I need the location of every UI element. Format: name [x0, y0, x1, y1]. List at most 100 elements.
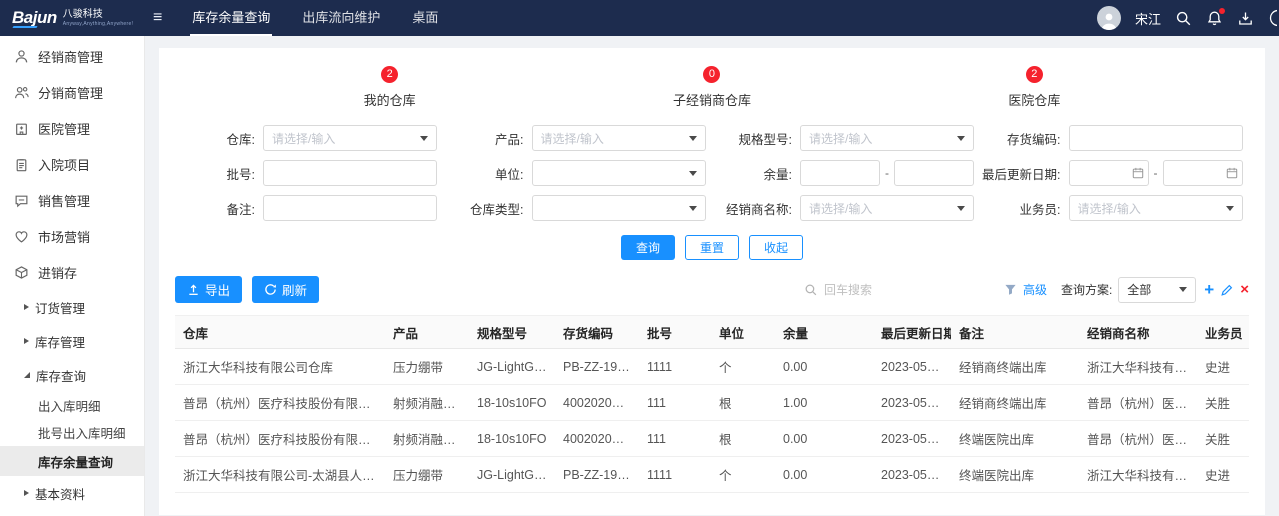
table-row[interactable]: 浙江大华科技有限公司仓库 压力绷带 JG-LightGrey... PB-ZZ-…: [175, 349, 1249, 385]
chevron-expanded-icon: [24, 372, 30, 378]
table-row[interactable]: 浙江大华科技有限公司-太湖县人民医院... 压力绷带 JG-LightGrey.…: [175, 457, 1249, 493]
delete-scheme-icon[interactable]: ×: [1240, 282, 1249, 297]
help-icon[interactable]: [1268, 8, 1277, 28]
field-salesman: 业务员: 请选择/输入: [981, 195, 1250, 221]
calendar-icon[interactable]: [1226, 167, 1238, 179]
refresh-button[interactable]: 刷新: [252, 276, 319, 303]
brand-block: 八骏科技 Anyway,Anything,Anywhere!: [63, 9, 134, 27]
stock-code-input[interactable]: [1069, 125, 1243, 151]
chevron-down-icon: [689, 206, 697, 211]
field-dealer-name: 经销商名称: 请选择/输入: [712, 195, 981, 221]
bell-icon[interactable]: [1206, 10, 1223, 27]
tab-desktop[interactable]: 桌面: [396, 0, 454, 36]
tab-outbound-flow[interactable]: 出库流向维护: [286, 0, 396, 36]
sidebar-item-stock-query[interactable]: 库存查询: [0, 358, 144, 392]
salesman-select[interactable]: 请选择/输入: [1069, 195, 1243, 221]
field-warehouse: 仓库: 请选择/输入: [175, 125, 444, 151]
export-button[interactable]: 导出: [175, 276, 242, 303]
field-stock-code: 存货编码:: [981, 125, 1250, 151]
heart-icon: [14, 229, 29, 244]
stat-hospital-warehouse[interactable]: 2 医院仓库: [1008, 66, 1060, 109]
sidebar-item-batch-inout-detail[interactable]: 批号出入库明细: [0, 419, 144, 446]
sidebar-item-admission-project[interactable]: 入院项目: [0, 146, 144, 182]
chevron-down-icon: [689, 171, 697, 176]
count-badge: 2: [381, 66, 398, 83]
people-icon: [14, 85, 29, 100]
remaining-max-input[interactable]: [894, 160, 974, 186]
chevron-right-icon: [24, 338, 29, 344]
advanced-link[interactable]: 高级: [1023, 281, 1047, 298]
body-row: 经销商管理 分销商管理 医院管理 入院项目 销售管理 市场营销: [0, 36, 1279, 516]
sidebar-item-stock-mgmt[interactable]: 库存管理: [0, 324, 144, 358]
sidebar-item-marketing[interactable]: 市场营销: [0, 218, 144, 254]
date-from-box: [1069, 160, 1149, 186]
remaining-min-input[interactable]: [800, 160, 880, 186]
search-icon[interactable]: [1175, 10, 1192, 27]
sidebar-item-hospital-mgmt[interactable]: 医院管理: [0, 110, 144, 146]
calendar-icon[interactable]: [1132, 167, 1144, 179]
warehouse-select[interactable]: 请选择/输入: [263, 125, 437, 151]
sidebar-item-inventory-balance-query[interactable]: 库存余量查询: [0, 446, 144, 476]
column-header: 规格型号: [469, 316, 555, 349]
reset-button[interactable]: 重置: [685, 235, 739, 260]
spec-model-select[interactable]: 请选择/输入: [800, 125, 974, 151]
tab-inventory-balance[interactable]: 库存余量查询: [176, 0, 286, 36]
chevron-down-icon: [1226, 206, 1234, 211]
sidebar-item-order-mgmt[interactable]: 订货管理: [0, 290, 144, 324]
date-to-box: [1163, 160, 1243, 186]
table-row[interactable]: 普昂（杭州）医疗科技股份有限公司-安... 射频消融用针... 18-10s10…: [175, 421, 1249, 457]
column-header: 仓库: [175, 316, 385, 349]
person-icon: [14, 49, 29, 64]
menu-toggle-icon[interactable]: ≡: [145, 9, 176, 27]
chevron-right-icon: [24, 490, 29, 496]
unit-select[interactable]: [532, 160, 706, 186]
column-header: 经销商名称: [1079, 316, 1197, 349]
column-header: 余量: [775, 316, 873, 349]
field-remark: 备注:: [175, 195, 444, 221]
product-select[interactable]: 请选择/输入: [532, 125, 706, 151]
refresh-icon: [264, 283, 277, 296]
user-name[interactable]: 宋江: [1135, 9, 1161, 28]
inventory-table: 仓库 产品 规格型号 存货编码 批号 单位 余量 最后更新日期 备注 经销商名称…: [175, 315, 1249, 493]
field-unit: 单位:: [444, 160, 713, 186]
remark-input[interactable]: [263, 195, 437, 221]
box-icon: [14, 265, 29, 280]
sidebar-item-dealer-mgmt[interactable]: 经销商管理: [0, 38, 144, 74]
stat-sub-dealer-warehouse[interactable]: 0 子经销商仓库: [673, 66, 751, 109]
dealer-name-select[interactable]: 请选择/输入: [800, 195, 974, 221]
main-content: 2 我的仓库 0 子经销商仓库 2 医院仓库: [145, 36, 1279, 516]
filter-form: 仓库: 请选择/输入 产品: 请选择/输入: [175, 125, 1249, 221]
sidebar-item-sales-mgmt[interactable]: 销售管理: [0, 182, 144, 218]
search-icon: [804, 283, 818, 297]
chevron-down-icon: [689, 136, 697, 141]
avatar[interactable]: [1097, 6, 1121, 30]
field-batch-no: 批号:: [175, 160, 444, 186]
column-header: 备注: [951, 316, 1079, 349]
clipboard-icon: [14, 157, 29, 172]
chevron-down-icon: [1179, 287, 1187, 292]
table-search-input[interactable]: [824, 283, 934, 297]
table-toolbar: 导出 刷新 高级 查询方案: 全部: [175, 276, 1249, 303]
sidebar-item-inventory[interactable]: 进销存: [0, 254, 144, 290]
table-row[interactable]: 普昂（杭州）医疗科技股份有限公司仓库 射频消融用针... 18-10s10FO …: [175, 385, 1249, 421]
chevron-down-icon: [957, 206, 965, 211]
sidebar-item-distributor-mgmt[interactable]: 分销商管理: [0, 74, 144, 110]
table-search-box: [804, 283, 934, 297]
count-badge: 0: [703, 66, 720, 83]
edit-scheme-icon[interactable]: [1220, 283, 1234, 297]
chevron-right-icon: [24, 304, 29, 310]
batch-no-input[interactable]: [263, 160, 437, 186]
warehouse-type-select[interactable]: [532, 195, 706, 221]
stat-my-warehouse[interactable]: 2 我的仓库: [364, 66, 416, 109]
brand-tagline: Anyway,Anything,Anywhere!: [63, 21, 134, 27]
add-scheme-icon[interactable]: +: [1204, 281, 1214, 298]
app-logo[interactable]: Bajun 八骏科技 Anyway,Anything,Anywhere!: [0, 8, 145, 28]
sidebar-item-inout-detail[interactable]: 出入库明细: [0, 392, 144, 419]
sidebar-item-basic-data[interactable]: 基本资料: [0, 476, 144, 510]
collapse-button[interactable]: 收起: [749, 235, 803, 260]
field-remaining: 余量: -: [712, 160, 981, 186]
download-icon[interactable]: [1237, 10, 1254, 27]
funnel-icon[interactable]: [1004, 283, 1017, 296]
scheme-select[interactable]: 全部: [1118, 277, 1196, 303]
search-button[interactable]: 查询: [621, 235, 675, 260]
